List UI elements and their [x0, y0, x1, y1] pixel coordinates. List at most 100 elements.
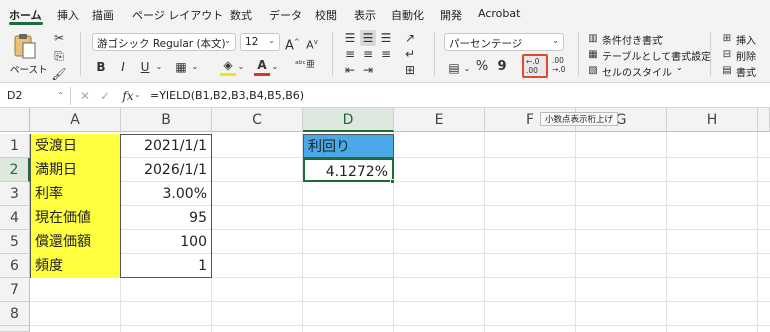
cancel-edit-icon[interactable]: ✕	[78, 88, 92, 104]
row-header-5[interactable]: 5	[0, 230, 30, 254]
insert-cells-icon[interactable]: ⊞	[720, 31, 734, 47]
underline-button[interactable]: U	[138, 59, 152, 75]
align-center-icon[interactable]: ≡	[360, 46, 376, 62]
tab-page-layout[interactable]: ページ レイアウト	[132, 7, 223, 23]
value-cell[interactable]: 1	[121, 254, 211, 278]
label-cell[interactable]: 頻度	[31, 254, 120, 278]
name-box[interactable]: D2 ⌃	[4, 87, 66, 105]
format-cells-button[interactable]: 書式	[736, 64, 756, 79]
percent-style-button[interactable]: %	[474, 59, 490, 75]
column-header-c[interactable]: C	[212, 108, 303, 132]
chevron-down-icon[interactable]: ⌄	[270, 59, 280, 75]
tab-home[interactable]: ホーム	[9, 7, 42, 23]
bold-button[interactable]: B	[94, 59, 108, 75]
value-cell[interactable]: 2021/1/1	[121, 134, 211, 158]
delete-cells-button[interactable]: 削除	[736, 48, 756, 63]
tab-automate[interactable]: 自動化	[391, 7, 424, 23]
row-header-4[interactable]: 4	[0, 206, 30, 230]
tab-insert[interactable]: 挿入	[57, 7, 79, 23]
increase-indent-icon[interactable]: ⇥	[360, 62, 376, 78]
column-header-h[interactable]: H	[667, 108, 758, 132]
gridline	[575, 132, 576, 332]
font-shrink-button[interactable]: Av	[305, 34, 319, 54]
column-header-partial[interactable]	[758, 108, 770, 132]
column-header-e[interactable]: E	[394, 108, 485, 132]
cell-styles-button[interactable]: セルのスタイル	[602, 64, 672, 79]
accounting-format-icon[interactable]: ▤	[446, 60, 462, 76]
row-header-6[interactable]: 6	[0, 254, 30, 278]
font-name-value: 游ゴシック Regular (本文)	[97, 38, 226, 50]
font-grow-button[interactable]: A^	[285, 34, 300, 54]
align-top-icon[interactable]: ☰	[342, 30, 358, 46]
increase-decimal-button[interactable]: ←.0 .00	[522, 54, 548, 78]
align-middle-icon[interactable]: ☰	[360, 30, 376, 46]
row-header-2[interactable]: 2	[0, 158, 30, 182]
align-left-icon[interactable]: ≡	[342, 46, 358, 62]
font-size-select[interactable]: 12 ⌄	[240, 33, 280, 51]
row-header-7[interactable]: 7	[0, 278, 30, 302]
column-header-a[interactable]: A	[30, 108, 121, 132]
value-cell[interactable]: 100	[121, 230, 211, 254]
chevron-down-icon[interactable]: ⌄	[462, 61, 472, 77]
confirm-edit-icon[interactable]: ✓	[98, 88, 112, 104]
select-all-corner[interactable]	[0, 108, 30, 132]
label-cell[interactable]: 利率	[31, 182, 120, 206]
align-right-icon[interactable]: ≡	[378, 46, 394, 62]
conditional-format-button[interactable]: 条件付き書式	[602, 32, 662, 47]
tab-formulas[interactable]: 数式	[230, 7, 252, 23]
align-bottom-icon[interactable]: ☰	[378, 30, 394, 46]
comma-style-button[interactable]: 9	[496, 59, 508, 75]
value-cell[interactable]: 3.00%	[121, 182, 211, 206]
chevron-down-icon[interactable]: ⌄	[658, 31, 665, 40]
label-cell[interactable]: 現在価値	[31, 206, 120, 230]
label-cell[interactable]: 満期日	[31, 158, 120, 182]
yield-header-cell[interactable]: 利回り	[303, 134, 394, 158]
column-header-d[interactable]: D	[303, 108, 394, 132]
copy-icon[interactable]: ⎘	[50, 48, 68, 64]
decrease-decimal-button[interactable]: .00 →.0	[552, 56, 572, 78]
cell-styles-icon[interactable]: ▧	[586, 63, 600, 79]
fill-handle[interactable]	[390, 179, 395, 184]
font-color-icon[interactable]: A	[254, 57, 270, 73]
chevron-down-icon[interactable]: ⌄	[154, 59, 164, 75]
row-header-8[interactable]: 8	[0, 302, 30, 326]
delete-cells-icon[interactable]: ⊟	[720, 47, 734, 63]
yield-result-cell[interactable]: 4.1272%	[303, 158, 394, 182]
tab-developer[interactable]: 開発	[440, 7, 462, 23]
format-as-table-icon[interactable]: ▦	[586, 47, 600, 63]
format-painter-icon[interactable]: 🖌	[50, 66, 68, 82]
row-header-3[interactable]: 3	[0, 182, 30, 206]
tab-view[interactable]: 表示	[354, 7, 376, 23]
merge-cells-icon[interactable]: ⊞	[402, 62, 418, 78]
italic-button[interactable]: I	[116, 59, 130, 75]
wrap-text-icon[interactable]: ↵	[402, 46, 418, 62]
orientation-icon[interactable]: ↗	[402, 30, 418, 46]
value-cell[interactable]: 2026/1/1	[121, 158, 211, 182]
formula-input[interactable]: =YIELD(B1,B2,B3,B4,B5,B6)	[150, 89, 304, 102]
fill-color-icon[interactable]: ◈	[220, 57, 236, 73]
paste-button[interactable]	[12, 32, 38, 60]
chevron-down-icon[interactable]: ⌄	[190, 59, 200, 75]
column-header-b[interactable]: B	[121, 108, 212, 132]
phonetic-icon[interactable]: ᵃᵇᶜ亜	[295, 57, 315, 73]
chevron-down-icon[interactable]: ⌄	[694, 47, 701, 56]
tab-data[interactable]: データ	[269, 7, 302, 23]
tab-draw[interactable]: 描画	[92, 7, 114, 23]
cut-icon[interactable]: ✂	[50, 30, 68, 46]
row-header-1[interactable]: 1	[0, 134, 30, 158]
tab-review[interactable]: 校閲	[315, 7, 337, 23]
decrease-indent-icon[interactable]: ⇤	[342, 62, 358, 78]
number-format-select[interactable]: パーセンテージ ⌄	[444, 33, 564, 51]
borders-icon[interactable]: ▦	[172, 59, 190, 75]
value-cell[interactable]: 95	[121, 206, 211, 230]
font-name-select[interactable]: 游ゴシック Regular (本文) ⌄	[92, 33, 236, 51]
chevron-down-icon[interactable]: ⌄	[236, 59, 246, 75]
chevron-down-icon[interactable]: ⌄	[676, 63, 683, 72]
conditional-format-icon[interactable]: ▥	[586, 31, 600, 47]
format-cells-icon[interactable]: ▤	[720, 63, 734, 79]
row-header-partial[interactable]	[0, 326, 30, 332]
label-cell[interactable]: 受渡日	[31, 134, 120, 158]
label-cell[interactable]: 償還価額	[31, 230, 120, 254]
insert-cells-button[interactable]: 挿入	[736, 32, 756, 47]
tab-acrobat[interactable]: Acrobat	[478, 7, 520, 20]
